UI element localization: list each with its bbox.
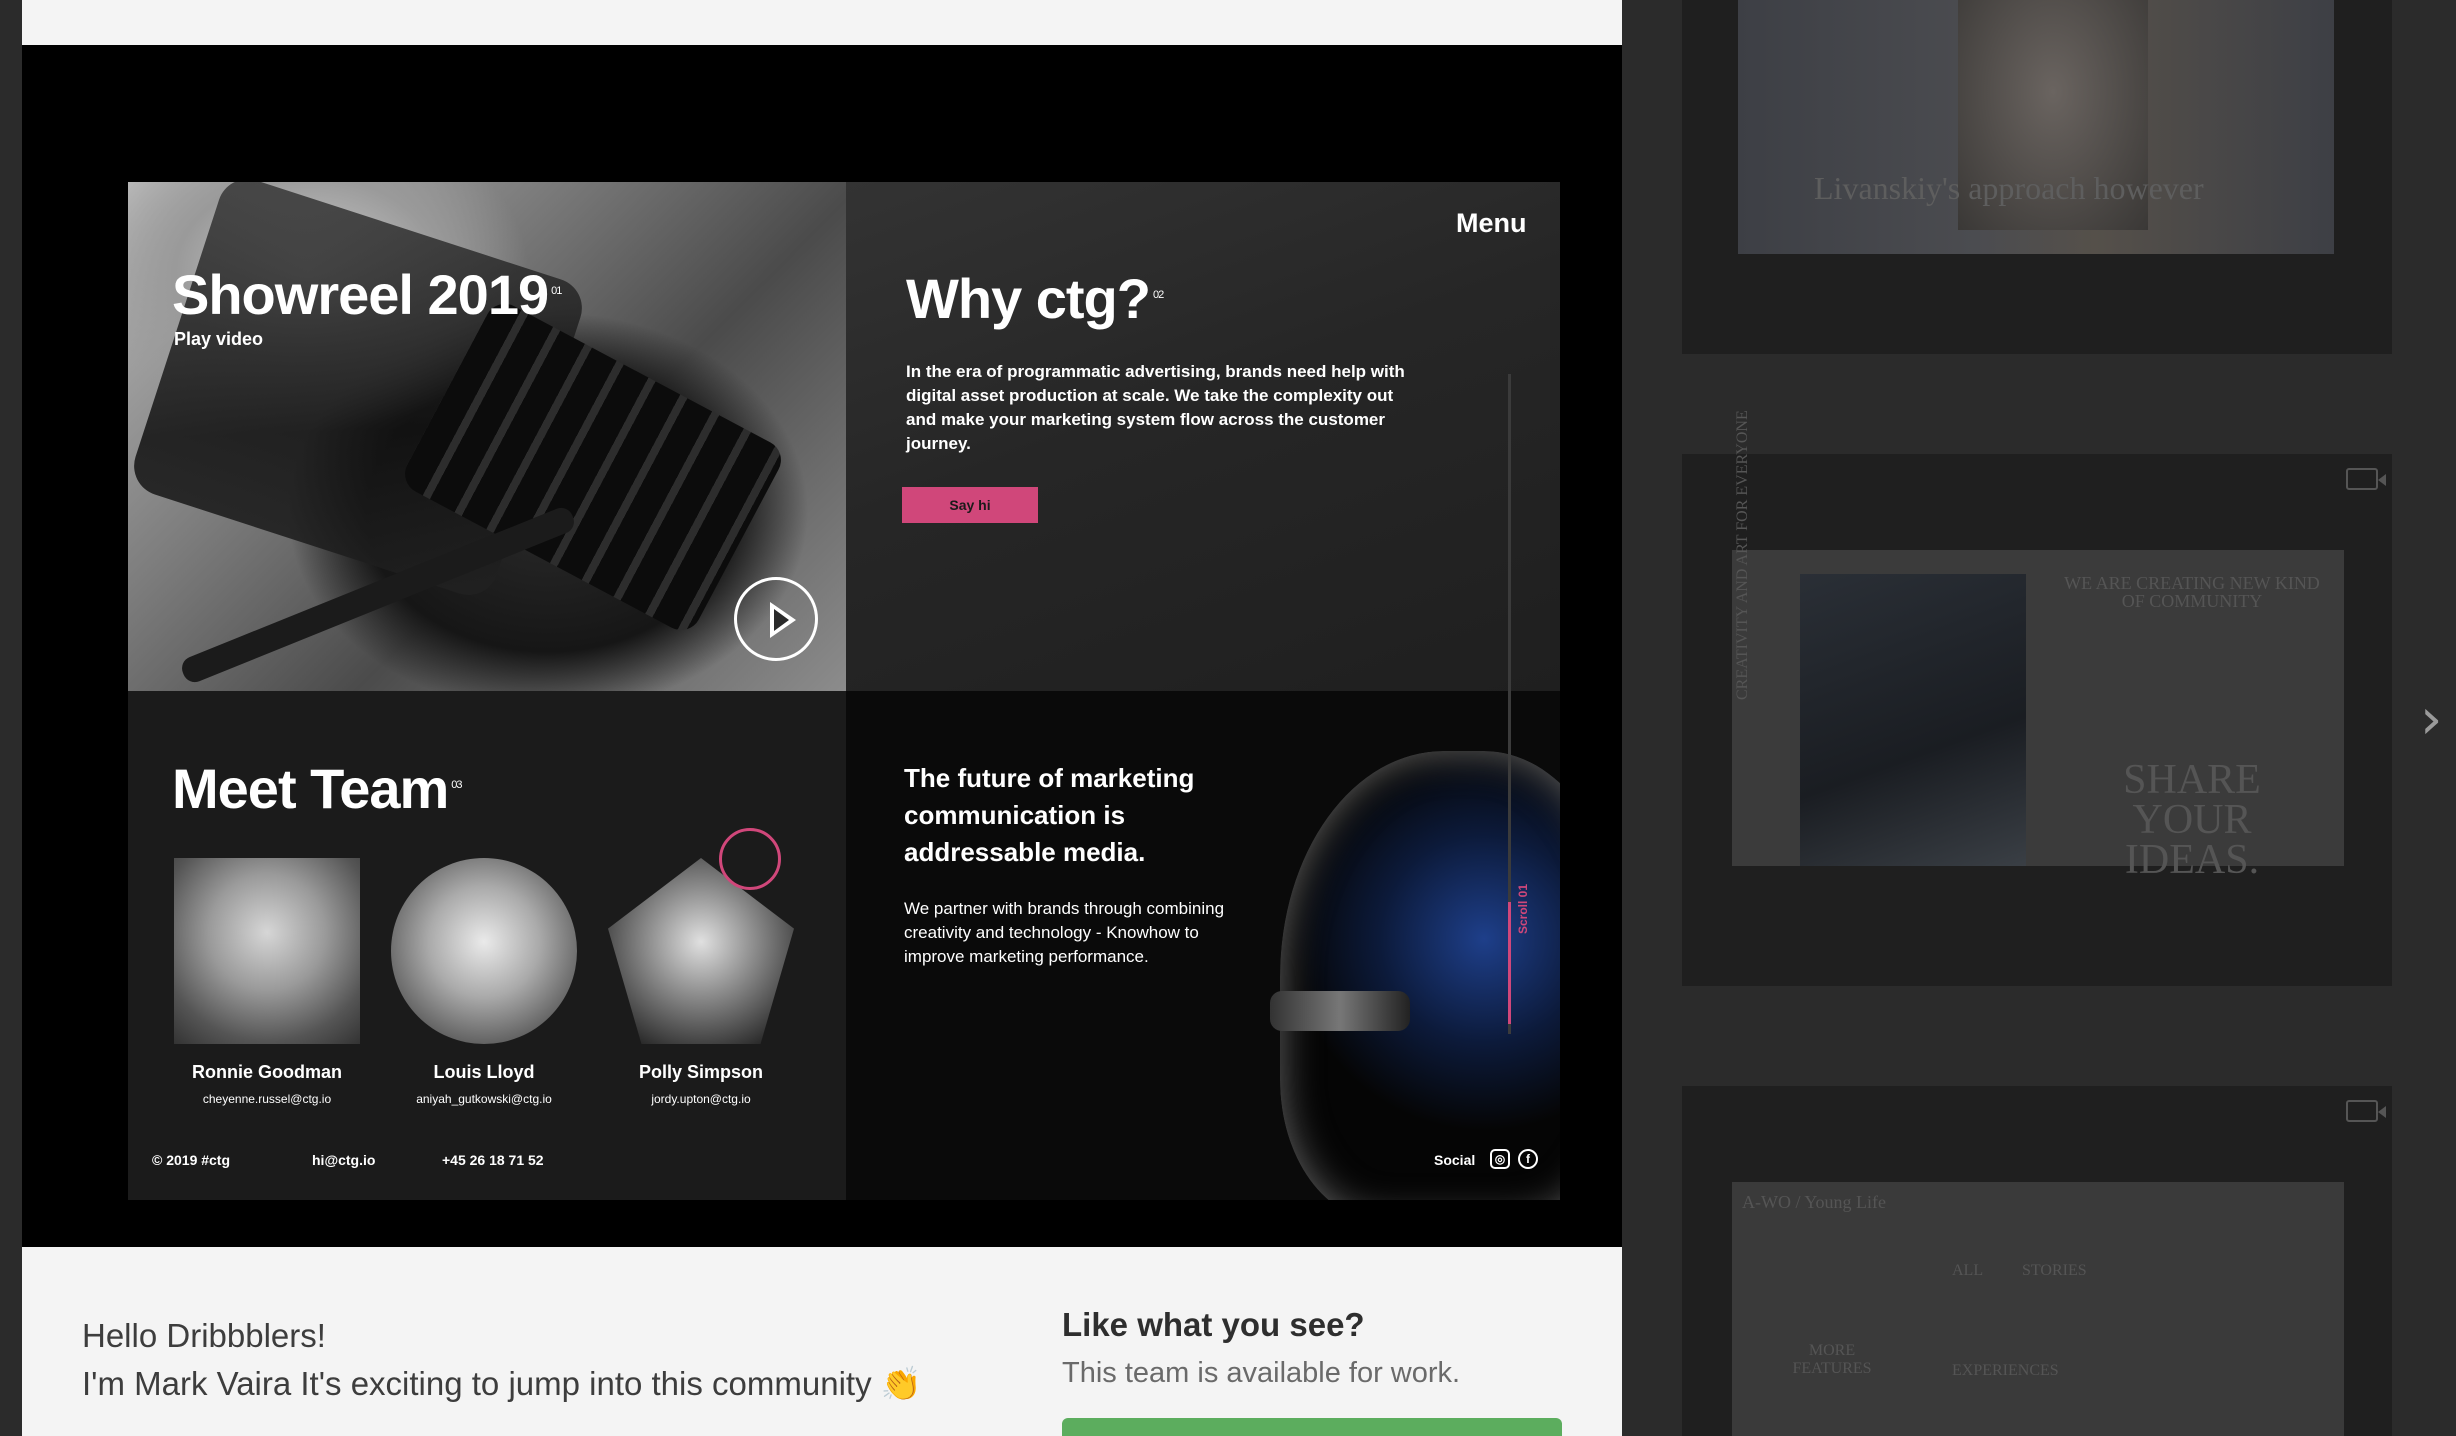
astronaut-camera-image bbox=[1270, 991, 1410, 1031]
hire-title: Like what you see? bbox=[1062, 1306, 1365, 1343]
thumbnail-text: Livanskiy's approach however bbox=[1814, 170, 2204, 206]
why-body: In the era of programmatic advertising, … bbox=[906, 362, 1405, 453]
car-photo bbox=[1800, 574, 2026, 866]
member-email[interactable]: jordy.upton@ctg.io bbox=[591, 1092, 811, 1106]
scroll-thumb[interactable] bbox=[1508, 902, 1511, 1024]
description-line: Hello Dribbblers! bbox=[82, 1317, 326, 1354]
why-title: Why ctg? 02 bbox=[906, 267, 1164, 330]
showreel-title: Showreel 2019 01 bbox=[172, 263, 562, 326]
facebook-icon[interactable]: f bbox=[1518, 1149, 1538, 1169]
thumbnail-heading: WE ARE CREATING NEW KIND OF COMMUNITY bbox=[2064, 573, 2320, 611]
member-photo-ronnie bbox=[174, 858, 360, 1044]
video-icon bbox=[2346, 468, 2386, 490]
say-hi-button[interactable]: Say hi bbox=[902, 487, 1038, 523]
hire-subtitle: This team is available for work. bbox=[1062, 1357, 1461, 1389]
thumbnail-image: Livanskiy's approach however bbox=[1738, 0, 2334, 254]
thumbnail-side-text: CREATIVITY AND ART FOR EVERYONE bbox=[1734, 410, 1751, 700]
astronaut-image bbox=[1280, 751, 1560, 1200]
chevron-right-icon[interactable]: › bbox=[2420, 690, 2450, 750]
shot-preview[interactable]: Showreel 2019 01 Play video Menu Why ctg?… bbox=[128, 182, 1560, 1200]
thumbnail-big-text: SHARE YOUR IDEAS. bbox=[2123, 757, 2261, 883]
footer-copyright: © 2019 #ctg bbox=[152, 1152, 231, 1168]
thumbnail-image: CREATIVITY AND ART FOR EVERYONE WE ARE C… bbox=[1732, 410, 2344, 881]
footer-phone: +45 26 18 71 52 bbox=[442, 1152, 544, 1168]
shot-frame: Showreel 2019 01 Play video Menu Why ctg?… bbox=[22, 45, 1622, 1247]
related-shot-thumbnail[interactable]: CREATIVITY AND ART FOR EVERYONE WE ARE C… bbox=[1682, 410, 2392, 986]
cursor-ring-icon bbox=[719, 828, 781, 890]
future-body: We partner with brands through combining… bbox=[904, 899, 1225, 966]
member-name: Louis Lloyd bbox=[433, 1062, 535, 1082]
social-label: Social bbox=[1434, 1152, 1476, 1168]
description-line: I'm Mark Vaira It's exciting to jump int… bbox=[82, 1365, 922, 1402]
thumbnail-category: EXPERIENCES bbox=[1952, 1362, 2059, 1379]
thumbnail-category: ALL bbox=[1952, 1262, 1984, 1279]
related-shot-thumbnail[interactable]: A-WO / Young Life ALL STORIES EXPERIENCE… bbox=[1682, 1086, 2392, 1436]
team-title: Meet Team 03 bbox=[172, 757, 463, 820]
play-icon[interactable] bbox=[734, 577, 818, 661]
video-icon bbox=[2346, 1100, 2386, 1122]
play-video-link[interactable]: Play video bbox=[174, 329, 263, 350]
scroll-label: Scroll 01 bbox=[1516, 883, 1530, 934]
menu-link[interactable]: Menu bbox=[1456, 208, 1527, 239]
shot-description: Hello Dribbblers! I'm Mark Vaira It's ex… bbox=[82, 1312, 922, 1408]
hire-button[interactable] bbox=[1062, 1418, 1562, 1436]
future-title: The future of marketing communication is… bbox=[904, 763, 1195, 867]
member-name: Polly Simpson bbox=[638, 1062, 764, 1082]
thumbnail-category: STORIES bbox=[2022, 1262, 2087, 1279]
footer-email-link[interactable]: hi@ctg.io bbox=[312, 1152, 375, 1168]
member-name: Ronnie Goodman bbox=[192, 1062, 342, 1082]
thumbnail-label: A-WO / Young Life bbox=[1742, 1192, 1886, 1212]
thumbnail-image: A-WO / Young Life ALL STORIES EXPERIENCE… bbox=[1732, 1182, 2344, 1436]
related-shot-thumbnail[interactable]: Livanskiy's approach however bbox=[1682, 0, 2392, 354]
thumbnail-more: MORE FEATURES bbox=[1792, 1342, 1872, 1377]
member-photo-louis bbox=[391, 858, 577, 1044]
instagram-icon[interactable]: ◎ bbox=[1490, 1149, 1510, 1169]
member-email[interactable]: cheyenne.russel@ctg.io bbox=[157, 1092, 377, 1106]
member-email[interactable]: aniyah_gutkowski@ctg.io bbox=[374, 1092, 594, 1106]
